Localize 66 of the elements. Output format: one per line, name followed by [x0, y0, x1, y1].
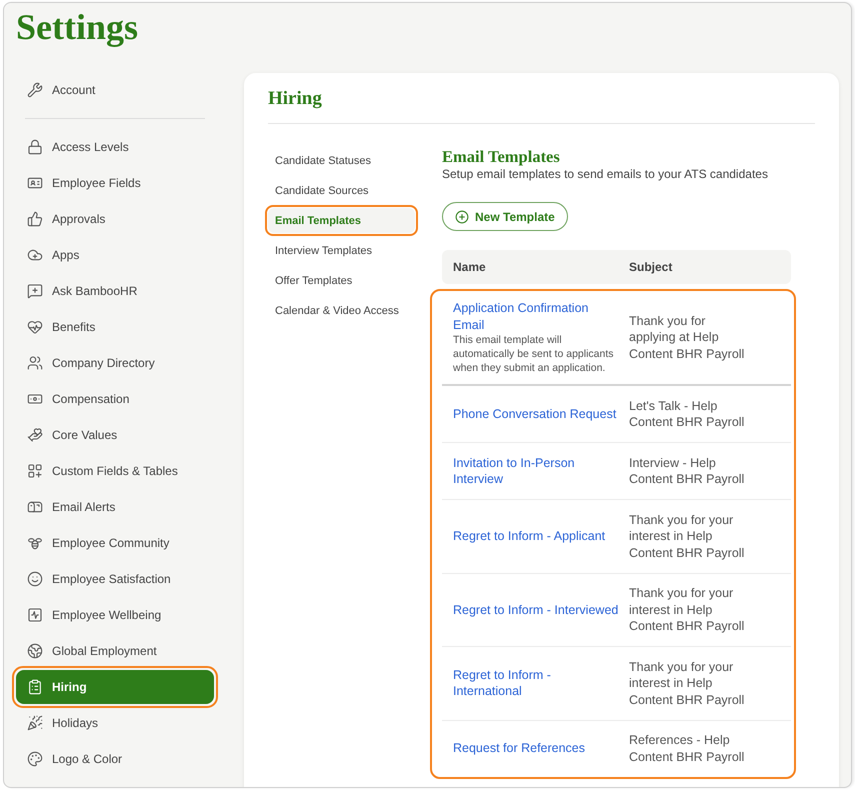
sidebar-item[interactable]: Hiring [16, 670, 214, 704]
page-title: Settings [16, 6, 140, 48]
smile-icon [27, 571, 43, 587]
heart-pulse-icon [27, 319, 43, 335]
template-name-link[interactable]: Regret to Inform - Interviewed [453, 602, 618, 618]
sidebar-item[interactable]: Account [16, 73, 214, 107]
content-subtitle: Setup email templates to send emails to your ATS candidates [442, 166, 768, 182]
sidebar-item[interactable]: Email Alerts [16, 490, 214, 524]
users-icon [27, 355, 43, 371]
template-name-link[interactable]: Regret to Inform - Applicant [453, 528, 606, 544]
hand-heart-icon [27, 427, 43, 443]
sidebar-item[interactable]: Core Values [16, 418, 214, 452]
party-popper-icon [27, 715, 43, 731]
sidebar-item[interactable]: Benefits [16, 310, 214, 344]
globe-icon [27, 643, 43, 659]
plus-circle-icon [455, 210, 469, 224]
wrench-icon [27, 82, 43, 98]
template-description: This email template will automatically be sent to applicants when they submit an application. [453, 333, 615, 375]
sidebar-item[interactable]: Employee Satisfaction [16, 562, 214, 596]
subject-cell-text: References - Help Content BHR Payroll [629, 732, 746, 765]
subject-cell-text: Let's Talk - Help Content BHR Payroll [629, 398, 746, 430]
chat-plus-icon [27, 283, 43, 299]
template-name-link[interactable]: Application Confirmation Email [453, 300, 621, 333]
thumbs-up-icon [27, 211, 43, 227]
subnav-item[interactable]: Calendar & Video Access [268, 298, 415, 323]
sidebar-item[interactable]: Ask BambooHR [16, 274, 214, 308]
template-name-link[interactable]: Regret to Inform - International [453, 666, 621, 700]
subject-cell-text: Thank you for your interest in Help Content BHR Payroll [629, 512, 746, 561]
bee-icon [27, 535, 43, 551]
sidebar-item[interactable]: Holidays [16, 706, 214, 740]
new-template-button[interactable]: New Template [442, 202, 568, 231]
subject-cell-text: Interview - Help Content BHR Payroll [629, 454, 746, 488]
sidebar-item[interactable]: Employee Community [16, 526, 214, 560]
template-name-link[interactable]: Request for References [453, 740, 586, 757]
subject-cell-text: Thank you for applying at Help Content BHR Payroll [629, 312, 746, 362]
sidebar-item[interactable]: Compensation [16, 382, 214, 416]
sidebar-item[interactable]: Employee Fields [16, 166, 214, 200]
column-header: Name [452, 260, 486, 274]
sidebar-item[interactable]: Custom Fields & Tables [16, 454, 214, 488]
subnav-item[interactable]: Candidate Sources [268, 178, 415, 203]
subject-cell-text: Thank you for your interest in Help Content BHR Payroll [629, 585, 746, 634]
palette-icon [27, 751, 43, 767]
subject-cell-text: Thank you for your interest in Help Content BHR Payroll [629, 658, 746, 708]
mailbox-icon [27, 499, 43, 515]
template-name-link[interactable]: Invitation to In-Person Interview [453, 454, 621, 488]
sidebar-item[interactable]: Access Levels [16, 130, 214, 164]
subnav-item[interactable]: Candidate Statuses [268, 148, 415, 173]
cloud-plus-icon [27, 247, 43, 263]
sidebar-item[interactable]: Global Employment [16, 634, 214, 668]
column-header: Subject [629, 260, 672, 274]
pulse-square-icon [27, 607, 43, 623]
clipboard-list-icon [27, 679, 43, 695]
sidebar-item[interactable]: Approvals [16, 202, 214, 236]
grid-plus-icon [27, 463, 43, 479]
lock-icon [27, 139, 43, 155]
section-title: Hiring [268, 87, 323, 111]
sidebar-item[interactable]: Employee Wellbeing [16, 598, 214, 632]
subnav-item[interactable]: Interview Templates [268, 238, 415, 263]
id-card-icon [27, 175, 43, 191]
sidebar-item[interactable]: Logo & Color [16, 742, 214, 776]
template-name-link[interactable]: Phone Conversation Request [453, 406, 616, 422]
content-title: Email Templates [442, 148, 560, 166]
sidebar-item[interactable]: Company Directory [16, 346, 214, 380]
subnav-item[interactable]: Offer Templates [268, 268, 415, 293]
subnav-item[interactable]: Email Templates [268, 208, 415, 233]
sidebar-item[interactable]: Apps [16, 238, 214, 272]
